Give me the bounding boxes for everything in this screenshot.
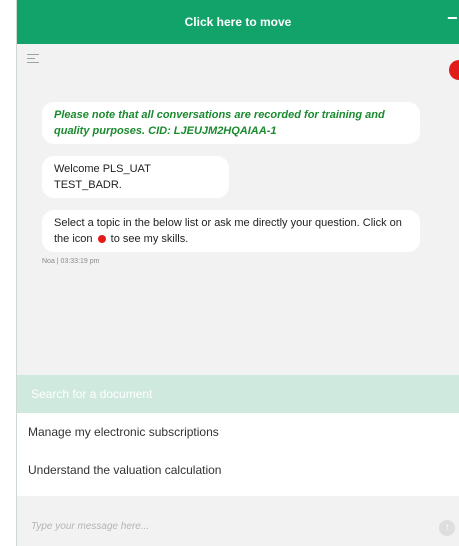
notice-message: Please note that all conversations are r… xyxy=(42,102,420,144)
send-arrow-icon[interactable]: ↑ xyxy=(439,520,455,536)
suggestion-valuation-calculation[interactable]: Understand the valuation calculation xyxy=(17,451,459,489)
red-dot-icon[interactable] xyxy=(449,60,459,80)
search-bar xyxy=(17,375,459,413)
suggestion-manage-subscriptions[interactable]: Manage my electronic subscriptions xyxy=(17,413,459,451)
minus-icon[interactable]: − xyxy=(447,9,459,27)
search-input[interactable] xyxy=(29,386,459,402)
welcome-message: Welcome PLS_UAT TEST_BADR. xyxy=(42,156,229,198)
suggestion-list: Manage my electronic subscriptions Under… xyxy=(17,413,459,496)
instruction-text-after: to see my skills. xyxy=(110,233,189,245)
message-meta: Noa | 03:33:19 pm xyxy=(42,258,100,265)
message-input[interactable] xyxy=(29,519,413,533)
drag-header[interactable]: Click here to move − xyxy=(17,0,459,44)
chat-window: Click here to move − Please note that al… xyxy=(16,0,459,546)
conversation: Please note that all conversations are r… xyxy=(42,102,439,265)
header-title: Click here to move xyxy=(184,15,292,29)
toolbar xyxy=(17,44,459,80)
instruction-message: Select a topic in the below list or ask … xyxy=(42,210,420,252)
red-dot-inline-icon[interactable] xyxy=(97,235,106,244)
message-bar: ↑ xyxy=(17,506,459,546)
hamburger-icon[interactable] xyxy=(27,54,41,66)
instruction-text-before: Select a topic in the below list or ask … xyxy=(54,217,402,245)
